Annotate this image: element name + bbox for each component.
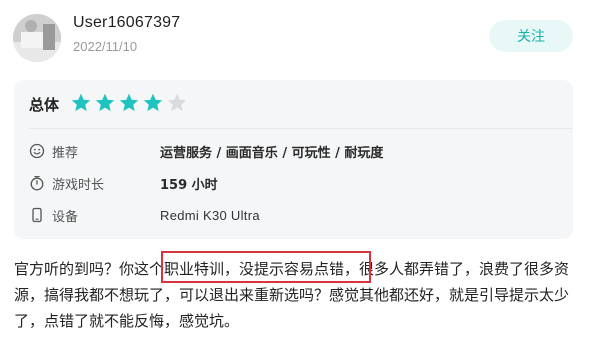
smiley-icon <box>29 143 45 159</box>
star-empty-icon <box>167 93 187 112</box>
avatar[interactable] <box>13 14 61 62</box>
timer-icon <box>29 175 45 191</box>
detail-value: Redmi K30 Ultra <box>160 207 260 223</box>
rating-card: 总体 推荐 运营服务 / 画面音乐 / 可玩性 / 耐玩度 游戏时长 159 小… <box>14 80 573 239</box>
post-date: 2022/11/10 <box>73 39 138 54</box>
phone-icon <box>29 207 45 223</box>
star-filled-icon <box>95 93 115 112</box>
divider <box>29 128 572 129</box>
highlight-annotation <box>161 251 371 283</box>
detail-label: 游戏时长 <box>52 177 105 193</box>
avatar-image <box>13 14 61 62</box>
detail-row-recommend: 推荐 运营服务 / 画面音乐 / 可玩性 / 耐玩度 <box>29 140 383 162</box>
star-filled-icon <box>143 93 163 112</box>
detail-label: 推荐 <box>52 145 79 161</box>
star-rating <box>70 92 188 114</box>
detail-row-device: 设备 Redmi K30 Ultra <box>29 204 260 226</box>
overall-rating-label: 总体 <box>29 96 60 114</box>
star-filled-icon <box>119 93 139 112</box>
follow-button[interactable]: 关注 <box>489 20 573 52</box>
detail-value: 运营服务 / 画面音乐 / 可玩性 / 耐玩度 <box>160 145 384 161</box>
detail-value: 159 小时 <box>160 177 218 193</box>
star-filled-icon <box>71 93 91 112</box>
detail-label: 设备 <box>52 209 79 225</box>
username[interactable]: User16067397 <box>73 14 180 32</box>
detail-row-playtime: 游戏时长 159 小时 <box>29 172 218 194</box>
